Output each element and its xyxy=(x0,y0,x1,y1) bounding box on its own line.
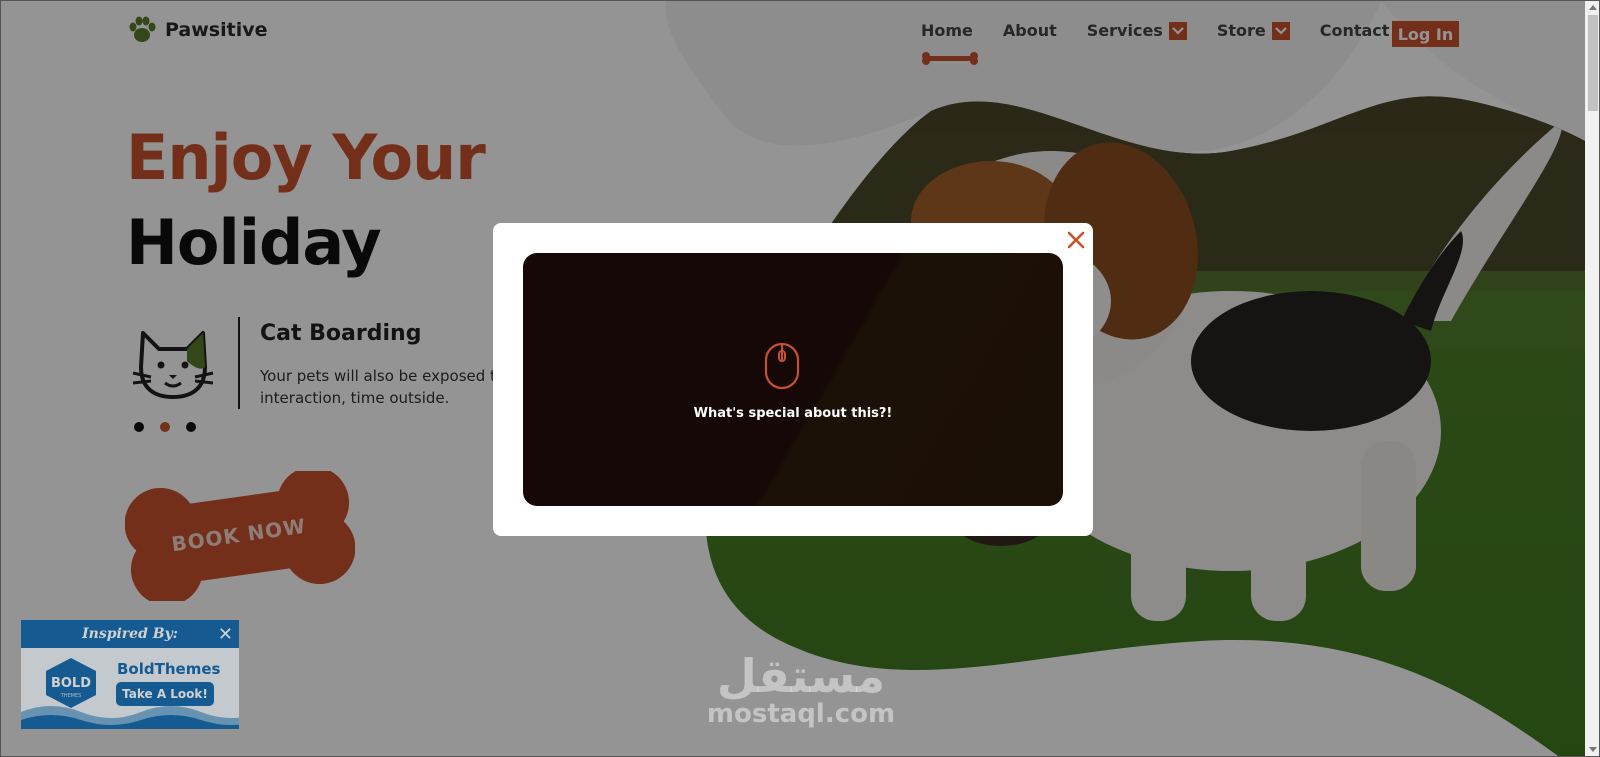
watermark-arabic: مستقل xyxy=(716,649,886,703)
close-icon[interactable]: ✕ xyxy=(218,624,233,645)
inspired-by-card: Inspired By: ✕ BOLD THEMES BoldThemes Ta… xyxy=(21,620,239,729)
scroll-down-icon[interactable] xyxy=(1589,747,1597,752)
page-scrollbar[interactable] xyxy=(1585,1,1599,756)
close-icon[interactable] xyxy=(1065,229,1087,251)
inspired-by-heading: Inspired By: xyxy=(82,626,178,642)
watermark: مستقل mostaql.com xyxy=(701,651,901,727)
scroll-up-icon[interactable] xyxy=(1589,5,1597,10)
page: Pawsitive Home About Services Store Cont… xyxy=(0,0,1600,757)
video-caption: What's special about this?! xyxy=(693,406,893,421)
inspired-by-header: Inspired By: ✕ xyxy=(21,620,239,648)
boldthemes-name: BoldThemes xyxy=(117,660,221,678)
badge-text: BOLD xyxy=(51,676,91,691)
wave-decoration xyxy=(21,706,239,729)
mouse-icon xyxy=(764,342,800,390)
scroll-thumb[interactable] xyxy=(1588,15,1598,111)
watermark-latin: mostaql.com xyxy=(706,699,896,729)
